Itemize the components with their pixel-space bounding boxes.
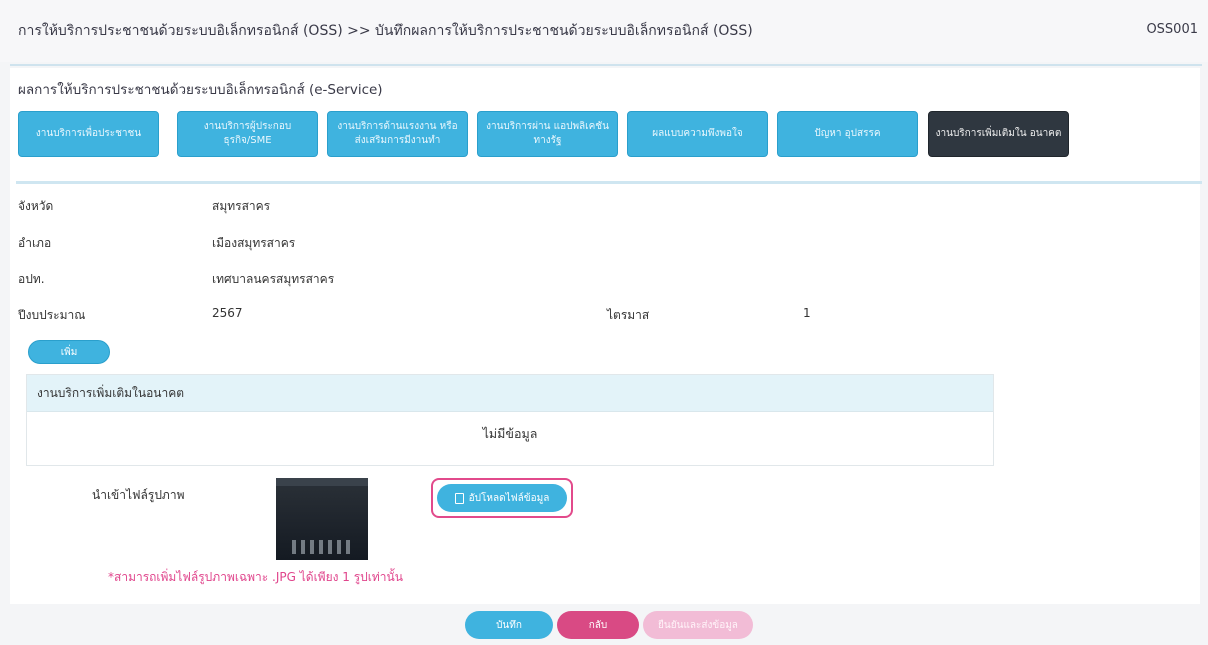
lao-value: เทศบาลนครสมุทรสาคร (212, 272, 335, 286)
tab-citizen-services[interactable]: งานบริการเพื่อประชาชน (18, 111, 159, 157)
page-code: OSS001 (1146, 22, 1198, 37)
tab-problems[interactable]: ปัญหา อุปสรรค (777, 111, 918, 157)
quarter-label: ไตรมาส (607, 308, 650, 322)
thumbnail-scene (292, 540, 352, 554)
table-header: งานบริการเพิ่มเติมในอนาคต (27, 375, 993, 411)
lao-label: อปท. (18, 272, 45, 286)
main-panel: ผลการให้บริการประชาชนด้วยระบบอิเล็กทรอนิ… (10, 68, 1202, 639)
fiscal-year-value: 2567 (212, 306, 243, 320)
breadcrumb: การให้บริการประชาชนด้วยระบบอิเล็กทรอนิกส… (18, 23, 753, 39)
thumbnail-header-bar (276, 478, 368, 486)
district-value: เมืองสมุทรสาคร (212, 236, 296, 250)
uploaded-image-thumbnail[interactable] (276, 478, 368, 560)
province-value: สมุทรสาคร (212, 199, 271, 213)
top-bar: การให้บริการประชาชนด้วยระบบอิเล็กทรอนิกส… (0, 0, 1208, 62)
add-button[interactable]: เพิ่ม (28, 340, 110, 364)
back-button[interactable]: กลับ (557, 611, 639, 639)
tab-future-services[interactable]: งานบริการเพิ่มเติมใน อนาคต (928, 111, 1069, 157)
file-icon (454, 492, 464, 504)
fiscal-year-label: ปีงบประมาณ (18, 308, 86, 322)
section-title: ผลการให้บริการประชาชนด้วยระบบอิเล็กทรอนิ… (18, 82, 383, 98)
upload-button-label: อัปโหลดไฟล์ข้อมูล (468, 492, 550, 504)
tab-thang-rat-app[interactable]: งานบริการผ่าน แอปพลิเคชันทางรัฐ (477, 111, 618, 157)
upload-file-button[interactable]: อัปโหลดไฟล์ข้อมูล (437, 484, 567, 512)
section-divider (16, 181, 1202, 184)
tab-business-sme[interactable]: งานบริการผู้ประกอบ ธุรกิจ/SME (177, 111, 318, 157)
save-button[interactable]: บันทึก (465, 611, 553, 639)
header-divider (10, 64, 1202, 66)
upload-note: *สามารถเพิ่มไฟล์รูปภาพเฉพาะ .JPG ได้เพีย… (108, 570, 403, 584)
table-empty-message: ไม่มีข้อมูล (27, 411, 993, 456)
confirm-submit-button[interactable]: ยืนยันและส่งข้อมูล (643, 611, 753, 639)
tab-satisfaction[interactable]: ผลแบบความพึงพอใจ (627, 111, 768, 157)
quarter-value: 1 (803, 306, 811, 320)
tab-labor-services[interactable]: งานบริการด้านแรงงาน หรือส่งเสริมการมีงาน… (327, 111, 468, 157)
district-label: อำเภอ (18, 236, 52, 250)
future-services-table: งานบริการเพิ่มเติมในอนาคต ไม่มีข้อมูล (26, 374, 994, 466)
upload-label: นำเข้าไฟล์รูปภาพ (92, 488, 185, 502)
province-label: จังหวัด (18, 199, 54, 213)
